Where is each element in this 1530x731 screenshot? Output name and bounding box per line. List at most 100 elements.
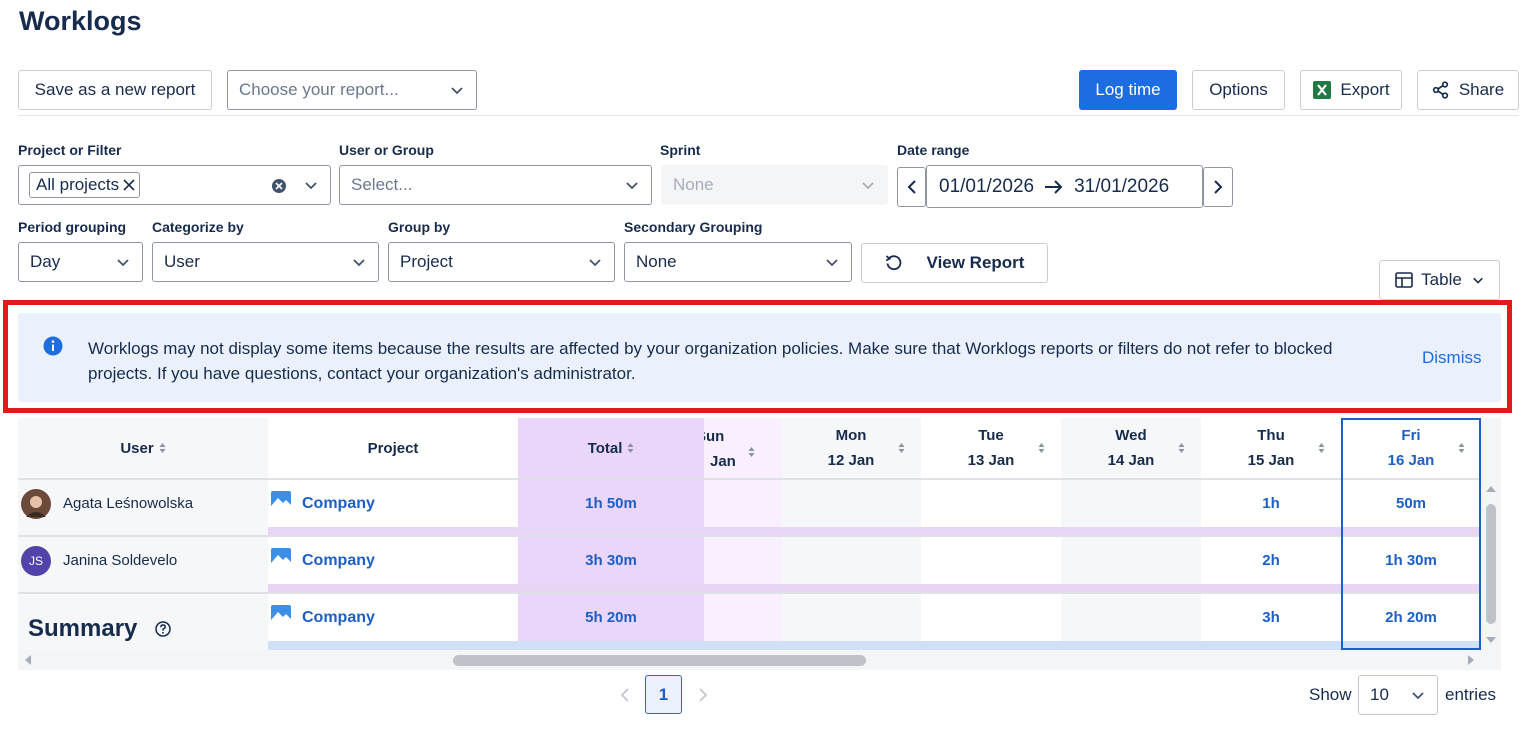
header-day-wed[interactable]: Wed 14 Jan [1061,418,1201,478]
table-row-project[interactable]: Company [268,480,518,527]
scroll-right-icon[interactable] [1466,654,1476,666]
chevron-right-icon [1214,180,1223,194]
page-number-button[interactable]: 1 [645,675,682,714]
group-by-select[interactable]: Project [388,242,615,282]
clear-icon[interactable] [271,178,287,194]
user-filter-label: User or Group [339,142,434,158]
next-period-button[interactable] [1203,167,1233,207]
export-button-label: Export [1340,80,1390,99]
chevron-down-icon [626,182,638,190]
date-end: 31/01/2026 [1074,175,1170,197]
horizontal-scroll-thumb[interactable] [453,655,866,666]
categorize-by-label: Categorize by [152,219,244,235]
share-icon [1432,81,1448,99]
header-total-label: Total [587,439,623,457]
summary-fri[interactable]: 2h 20m [1341,594,1481,641]
report-select-placeholder: Choose your report... [239,80,399,99]
sort-icon [627,443,634,453]
project-tag-label: All projects [36,175,120,194]
summary-thu[interactable]: 3h [1201,594,1341,641]
date-range-picker[interactable]: 01/01/2026 31/01/2026 [926,165,1203,208]
user-filter-select[interactable]: Select... [339,165,652,205]
table-row-project[interactable]: Company [268,537,518,584]
secondary-grouping-select[interactable]: None [624,242,852,282]
sprint-filter-select: None [661,165,888,205]
header-day-tue[interactable]: Tue 13 Jan [921,418,1061,478]
header-project: Project [268,418,518,478]
toolbar-divider [18,115,1519,116]
project-icon [271,604,291,623]
header-day-name: Sun [704,428,725,445]
sort-icon [898,443,905,453]
remove-tag-icon[interactable] [123,179,135,191]
help-icon[interactable] [155,621,172,637]
log-time-button[interactable]: Log time [1079,70,1177,110]
scroll-up-icon[interactable] [1485,484,1497,494]
header-day-thu[interactable]: Thu 15 Jan [1201,418,1341,478]
previous-page-icon[interactable] [620,688,630,702]
export-button[interactable]: Export [1300,70,1402,110]
header-day-mon[interactable]: Mon 12 Jan [781,418,921,478]
row-total[interactable]: 3h 30m [518,537,704,584]
cell-fri[interactable]: 1h 30m [1341,537,1481,584]
report-select[interactable]: Choose your report... [227,70,477,110]
cell-fri[interactable]: 50m [1341,480,1481,527]
header-day-date: 13 Jan [967,452,1015,469]
sort-icon [1318,443,1325,453]
dismiss-button[interactable]: Dismiss [1422,348,1482,368]
header-day-name: Thu [1257,427,1285,444]
summary-project[interactable]: Company [268,594,518,641]
user-name: Agata Leśnowolska [63,495,194,512]
header-user[interactable]: User [18,418,268,478]
banner-message: Worklogs may not display some items beca… [88,339,1333,383]
page-title: Worklogs [19,6,142,36]
header-day-date: 14 Jan [1107,452,1155,469]
header-day-fri[interactable]: Fri 16 Jan [1341,418,1481,478]
view-mode-label: Table [1421,270,1462,289]
view-mode-button[interactable]: Table [1379,260,1500,300]
sprint-filter-label: Sprint [660,142,701,158]
project-filter-select[interactable]: All projects [18,165,331,205]
table-row-user: JS Janina Soldevelo [18,537,268,584]
share-button[interactable]: Share [1417,70,1519,110]
period-grouping-value: Day [30,252,61,271]
avatar[interactable]: JS [21,545,51,576]
share-button-label: Share [1458,80,1505,99]
next-page-icon[interactable] [698,688,708,702]
header-day-name: Wed [1115,427,1147,444]
cell-thu[interactable]: 1h [1201,480,1341,527]
header-day-name: Tue [978,427,1004,444]
summary-total[interactable]: 5h 20m [518,594,704,641]
page-size-select[interactable]: 10 [1358,675,1438,715]
view-report-button[interactable]: View Report [861,243,1048,283]
user-filter-placeholder: Select... [351,175,413,194]
header-day-sun[interactable]: Sun Jan [704,418,781,478]
avatar[interactable] [21,488,51,519]
header-day-date: 12 Jan [827,452,875,469]
secondary-grouping-label: Secondary Grouping [624,219,763,235]
previous-period-button[interactable] [897,167,926,207]
project-icon [271,490,291,509]
project-link[interactable]: Company [302,609,375,627]
categorize-by-select[interactable]: User [152,242,379,282]
sort-icon [1038,443,1045,453]
project-link[interactable]: Company [302,552,375,570]
vertical-scroll-thumb[interactable] [1486,504,1496,624]
row-total[interactable]: 1h 50m [518,480,704,527]
refresh-icon [885,255,901,271]
group-by-label: Group by [388,219,451,235]
project-icon [271,547,291,566]
chevron-down-icon [862,182,874,190]
summary-label-cell: Summary [18,594,268,650]
chevron-left-icon [907,180,916,194]
save-as-new-report-button[interactable]: Save as a new report [18,70,212,110]
scroll-left-icon[interactable] [23,654,33,666]
options-button[interactable]: Options [1192,70,1285,110]
period-grouping-select[interactable]: Day [18,242,143,282]
project-link[interactable]: Company [302,495,375,513]
chevron-down-icon [117,259,129,267]
cell-thu[interactable]: 2h [1201,537,1341,584]
header-day-name: Mon [835,427,867,444]
scroll-down-icon[interactable] [1485,635,1497,645]
header-total[interactable]: Total [518,418,704,478]
